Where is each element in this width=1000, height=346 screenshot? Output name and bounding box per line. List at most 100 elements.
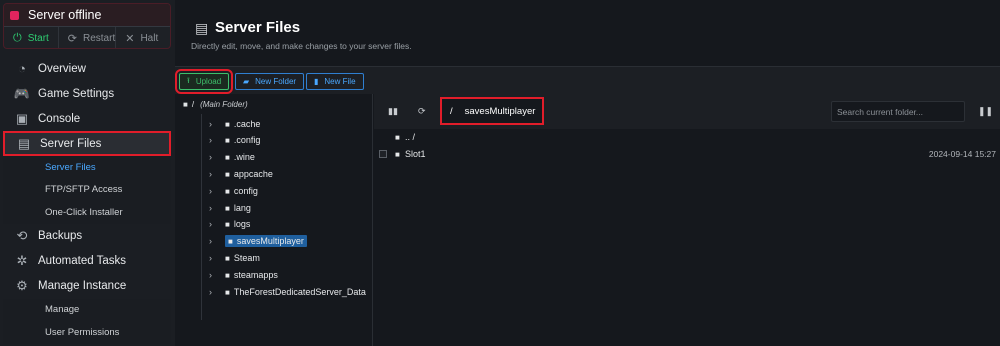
server-files-submenu: Server Files FTP/SFTP Access One-Click I…: [3, 156, 171, 224]
terminal-icon: ▣: [15, 110, 29, 126]
server-actions: ⏻ Start ⟳ Restart ✕ Halt: [4, 26, 170, 48]
sidebar-subitem-one-click-installer[interactable]: One-Click Installer: [3, 201, 171, 224]
manage-instance-submenu: Manage User Permissions: [3, 298, 171, 344]
sidebar-subitem-user-permissions[interactable]: User Permissions: [3, 321, 171, 344]
tree-item-label: ■ .wine: [225, 152, 255, 162]
chevron-right-icon[interactable]: ›: [209, 219, 219, 229]
tree-item-label: ■ config: [225, 186, 258, 196]
restart-icon: ⟳: [67, 33, 77, 45]
tree-item-label: ■ TheForestDedicatedServer_Data: [225, 287, 366, 297]
new-folder-button[interactable]: ▰ New Folder: [235, 73, 305, 90]
halt-button[interactable]: ✕ Halt: [116, 27, 170, 48]
tasks-icon: ✲: [16, 253, 28, 268]
new-file-button[interactable]: ▮ New File: [306, 73, 364, 90]
tree-item-text: .wine: [233, 152, 255, 163]
tree-item[interactable]: › ■ savesMultiplayer: [209, 234, 311, 249]
chevron-right-icon[interactable]: ›: [209, 236, 219, 246]
file-modified-date: 2024-09-14 15:27: [928, 149, 996, 159]
folder-icon: ■: [228, 237, 233, 247]
chevron-right-icon[interactable]: ›: [209, 253, 219, 263]
sidebar-item-automated-tasks[interactable]: ✲ Automated Tasks: [3, 249, 171, 274]
chevron-right-icon[interactable]: ›: [209, 135, 219, 145]
tree-item[interactable]: › ■ .cache: [209, 116, 264, 131]
sidebar-item-game-settings[interactable]: 🎮 Game Settings: [3, 81, 171, 106]
file-name: Slot1: [405, 149, 426, 159]
folder-icon: ■: [183, 100, 188, 109]
page-title: Server Files: [215, 19, 301, 36]
sidebar-item-console[interactable]: ▣ Console: [3, 106, 171, 131]
sidebar-item-server-files[interactable]: ▤ Server Files: [3, 131, 171, 156]
tree-item[interactable]: › ■ .config: [209, 133, 264, 148]
tree-item[interactable]: › ■ .wine: [209, 150, 259, 165]
restart-button[interactable]: ⟳ Restart: [59, 27, 117, 48]
sidebar-subitem-server-files[interactable]: Server Files: [3, 156, 171, 179]
tree-item-text: savesMultiplayer: [236, 236, 304, 247]
folder-icon: ■: [395, 149, 400, 159]
tree-item-text: appcache: [233, 168, 273, 179]
tree-item-text: Steam: [233, 252, 260, 263]
restart-label: Restart: [83, 33, 116, 44]
new-file-label: New File: [324, 77, 356, 86]
sidebar-item-label: Game Settings: [38, 87, 115, 100]
chevron-right-icon[interactable]: ›: [209, 270, 219, 280]
file-pane-toolbar: ▮▮ ⟳ / savesMultiplayer ❚❚: [374, 94, 1000, 129]
sidebar-item-manage-instance[interactable]: ⚙ Manage Instance: [3, 274, 171, 299]
start-button[interactable]: ⏻ Start: [4, 27, 59, 48]
sidebar-subitem-ftp-access[interactable]: FTP/SFTP Access: [3, 178, 171, 201]
path-folder[interactable]: savesMultiplayer: [465, 106, 536, 117]
tree-item[interactable]: › ■ config: [209, 183, 262, 198]
folder-icon: ■: [395, 132, 400, 142]
close-icon: ✕: [125, 33, 135, 45]
tree-item[interactable]: › ■ TheForestDedicatedServer_Data: [209, 284, 370, 299]
row-checkbox[interactable]: [379, 150, 387, 158]
chevron-right-icon[interactable]: ›: [209, 203, 219, 213]
gear-icon: ⚙: [16, 278, 28, 293]
upload-button[interactable]: ⭱ Upload: [174, 69, 234, 94]
halt-label: Halt: [140, 33, 159, 44]
folder-icon: ■: [225, 287, 230, 297]
chevron-right-icon[interactable]: ›: [209, 186, 219, 196]
folder-icon: ■: [225, 136, 230, 146]
tree-item-text: logs: [233, 219, 251, 230]
file-list: ■ .. / ■ Slot1 2024-09-14 15:27: [374, 129, 1000, 346]
server-status-header: Server offline: [4, 4, 170, 26]
file-plus-icon: ▮: [314, 77, 319, 86]
file-toolbar: ⭱ Upload ▰ New Folder ▮ New File: [174, 66, 1000, 94]
sidebar-toggle-icon[interactable]: ▮▮: [388, 106, 398, 117]
chevron-right-icon[interactable]: ›: [209, 287, 219, 297]
folder-icon: ■: [225, 253, 230, 263]
refresh-icon[interactable]: ⟳: [418, 106, 426, 117]
sidebar-nav: ◔ Overview 🎮 Game Settings ▣ Console ▤ S…: [3, 56, 171, 344]
table-row[interactable]: ■ Slot1 2024-09-14 15:27: [374, 146, 1000, 162]
tree-item[interactable]: › ■ Steam: [209, 250, 264, 265]
pause-icon[interactable]: ❚❚: [978, 106, 993, 117]
chevron-right-icon[interactable]: ›: [209, 119, 219, 129]
folder-icon: ■: [225, 186, 230, 196]
sidebar-subitem-manage[interactable]: Manage: [3, 298, 171, 321]
chevron-right-icon[interactable]: ›: [209, 169, 219, 179]
chevron-right-icon[interactable]: ›: [209, 152, 219, 162]
gamepad-icon: 🎮: [13, 85, 31, 101]
tree-item[interactable]: › ■ appcache: [209, 166, 277, 181]
parent-directory-row[interactable]: ■ .. /: [374, 129, 1000, 145]
search-input[interactable]: [837, 106, 961, 117]
sidebar-item-label: Manage Instance: [38, 280, 127, 292]
tree-item[interactable]: › ■ logs: [209, 217, 254, 232]
folder-icon: ■: [225, 203, 230, 213]
tree-item-label: ■ .cache: [225, 119, 260, 129]
folder-icon: ■: [225, 153, 230, 163]
sidebar-item-backups[interactable]: ⟲ Backups: [3, 224, 171, 249]
tree-item[interactable]: › ■ lang: [209, 200, 255, 215]
power-icon: ⏻: [13, 32, 22, 44]
tree-root[interactable]: ■ / (Main Folder): [183, 100, 248, 109]
tree-item-text: steamapps: [233, 269, 278, 280]
start-label: Start: [27, 33, 49, 44]
path-root[interactable]: /: [450, 106, 453, 117]
sidebar-item-overview[interactable]: ◔ Overview: [3, 56, 171, 81]
tree-item[interactable]: › ■ steamapps: [209, 267, 282, 282]
sidebar-item-label: Backups: [38, 230, 83, 242]
page-subtitle: Directly edit, move, and make changes to…: [191, 41, 412, 51]
server-status-panel: Server offline ⏻ Start ⟳ Restart ✕ Halt: [3, 3, 171, 49]
upload-label: Upload: [195, 77, 222, 86]
tree-item-label: ■ savesMultiplayer: [225, 235, 307, 248]
